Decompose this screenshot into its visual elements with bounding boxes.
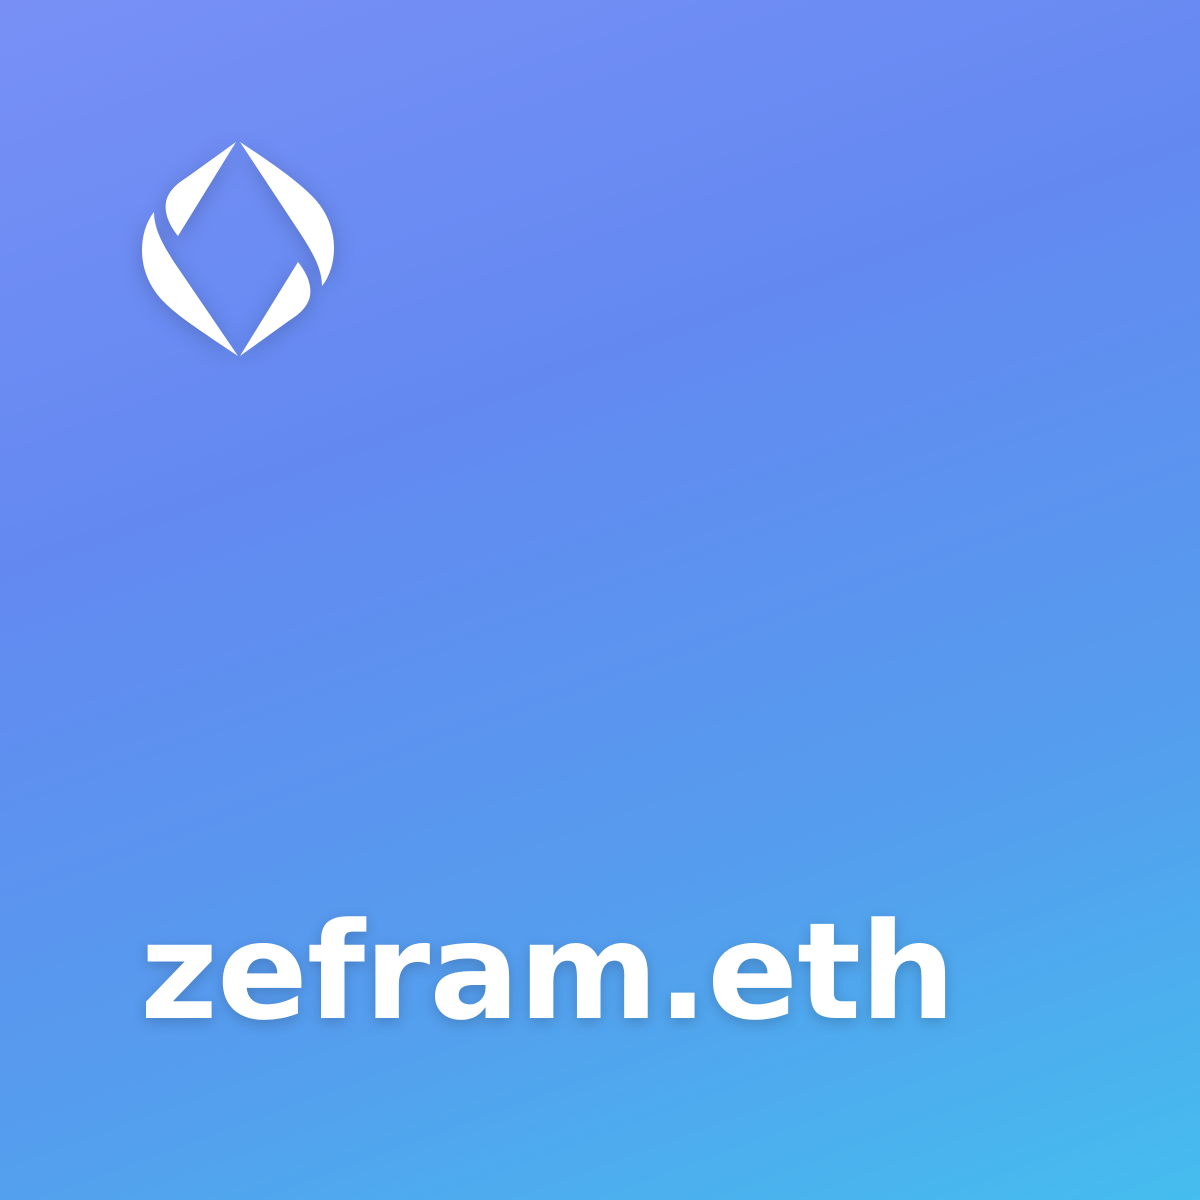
ens-domain-name: zefram.eth — [140, 894, 956, 1050]
ens-name-card: zefram.eth — [0, 0, 1200, 1200]
ens-logo-icon — [140, 140, 336, 358]
